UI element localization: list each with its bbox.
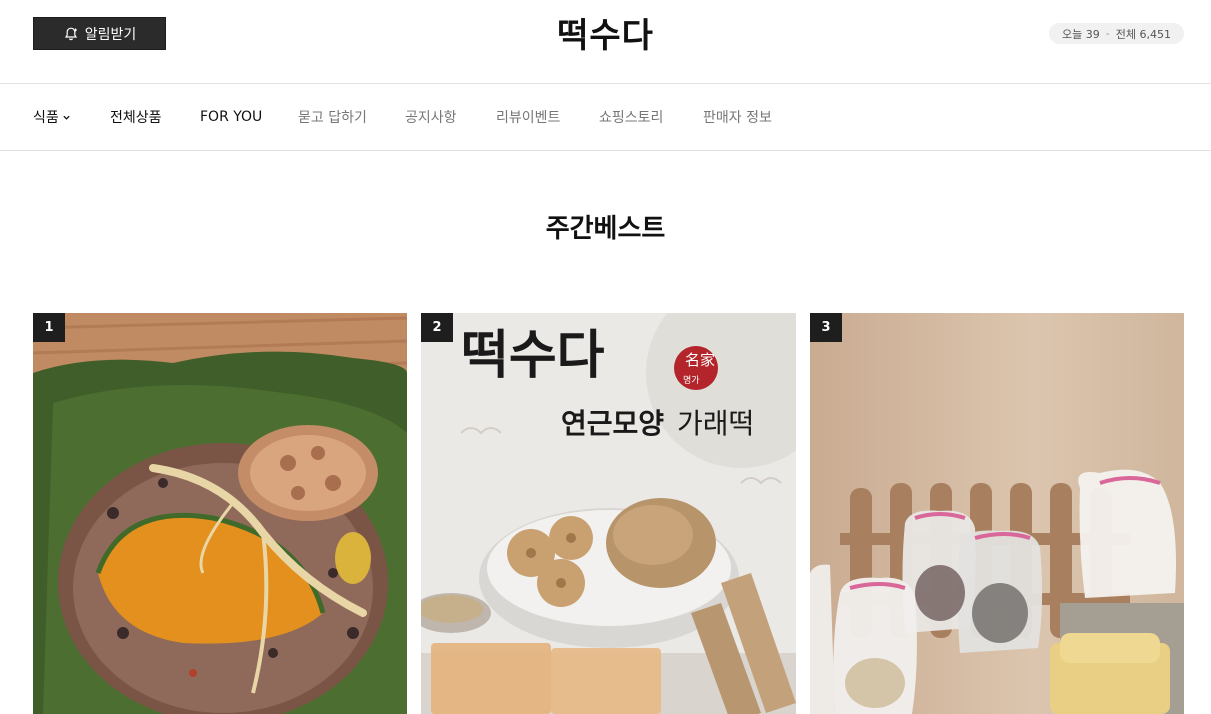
nav-item-label: FOR YOU xyxy=(200,109,263,125)
section-title: 주간베스트 xyxy=(545,214,666,244)
visitor-separator: - xyxy=(1105,27,1110,40)
site-header: 알림받기 떡수다 오늘 39 - 전체 6,451 xyxy=(0,0,1211,84)
main-nav: 식품 전체상품 FOR YOU 묻고 답하기 공지사항 리뷰이벤트 쇼핑스토리 … xyxy=(0,84,1211,151)
brand-calligraphy: 떡수다 xyxy=(461,325,605,386)
nav-item-review-event[interactable]: 리뷰이벤트 xyxy=(496,84,560,150)
product-caption-light: 가래떡 xyxy=(677,407,754,440)
rank-badge: 1 xyxy=(33,313,65,342)
nav-item-for-you[interactable]: FOR YOU xyxy=(200,84,262,150)
nav-item-label: 묻고 답하기 xyxy=(298,110,367,126)
nav-item-food[interactable]: 식품 xyxy=(33,84,71,150)
nav-item-label: 식품 xyxy=(33,110,59,126)
product-image xyxy=(810,313,1184,714)
rank-badge: 3 xyxy=(810,313,842,342)
nav-item-label: 전체상품 xyxy=(110,110,162,126)
product-card[interactable]: 2 떡수다 名家 명가 연근모양 가래떡 xyxy=(421,313,796,714)
product-caption-bold: 연근모양 xyxy=(561,407,664,440)
visitor-total: 전체 6,451 xyxy=(1115,27,1171,41)
visitor-today: 오늘 39 xyxy=(1062,27,1100,41)
nav-item-label: 공지사항 xyxy=(405,110,457,126)
site-logo[interactable]: 떡수다 xyxy=(0,8,1211,57)
product-card[interactable]: 3 xyxy=(810,313,1184,714)
nav-item-all-products[interactable]: 전체상품 xyxy=(110,84,162,150)
chevron-down-icon xyxy=(63,115,70,120)
product-image xyxy=(33,313,407,714)
nav-item-notice[interactable]: 공지사항 xyxy=(405,84,457,150)
rank-badge: 2 xyxy=(421,313,453,342)
brand-seal-text: 名家 xyxy=(685,351,715,369)
brand-seal-subtext: 명가 xyxy=(683,375,700,386)
nav-item-shopping-story[interactable]: 쇼핑스토리 xyxy=(599,84,663,150)
product-image: 떡수다 名家 명가 연근모양 가래떡 xyxy=(421,313,796,714)
product-card[interactable]: 1 xyxy=(33,313,407,714)
visitor-counter: 오늘 39 - 전체 6,451 xyxy=(1049,23,1184,44)
nav-item-label: 판매자 정보 xyxy=(703,110,772,126)
nav-item-label: 쇼핑스토리 xyxy=(599,110,664,126)
nav-item-seller-info[interactable]: 판매자 정보 xyxy=(703,84,772,150)
nav-item-label: 리뷰이벤트 xyxy=(496,110,561,126)
nav-item-qna[interactable]: 묻고 답하기 xyxy=(298,84,367,150)
